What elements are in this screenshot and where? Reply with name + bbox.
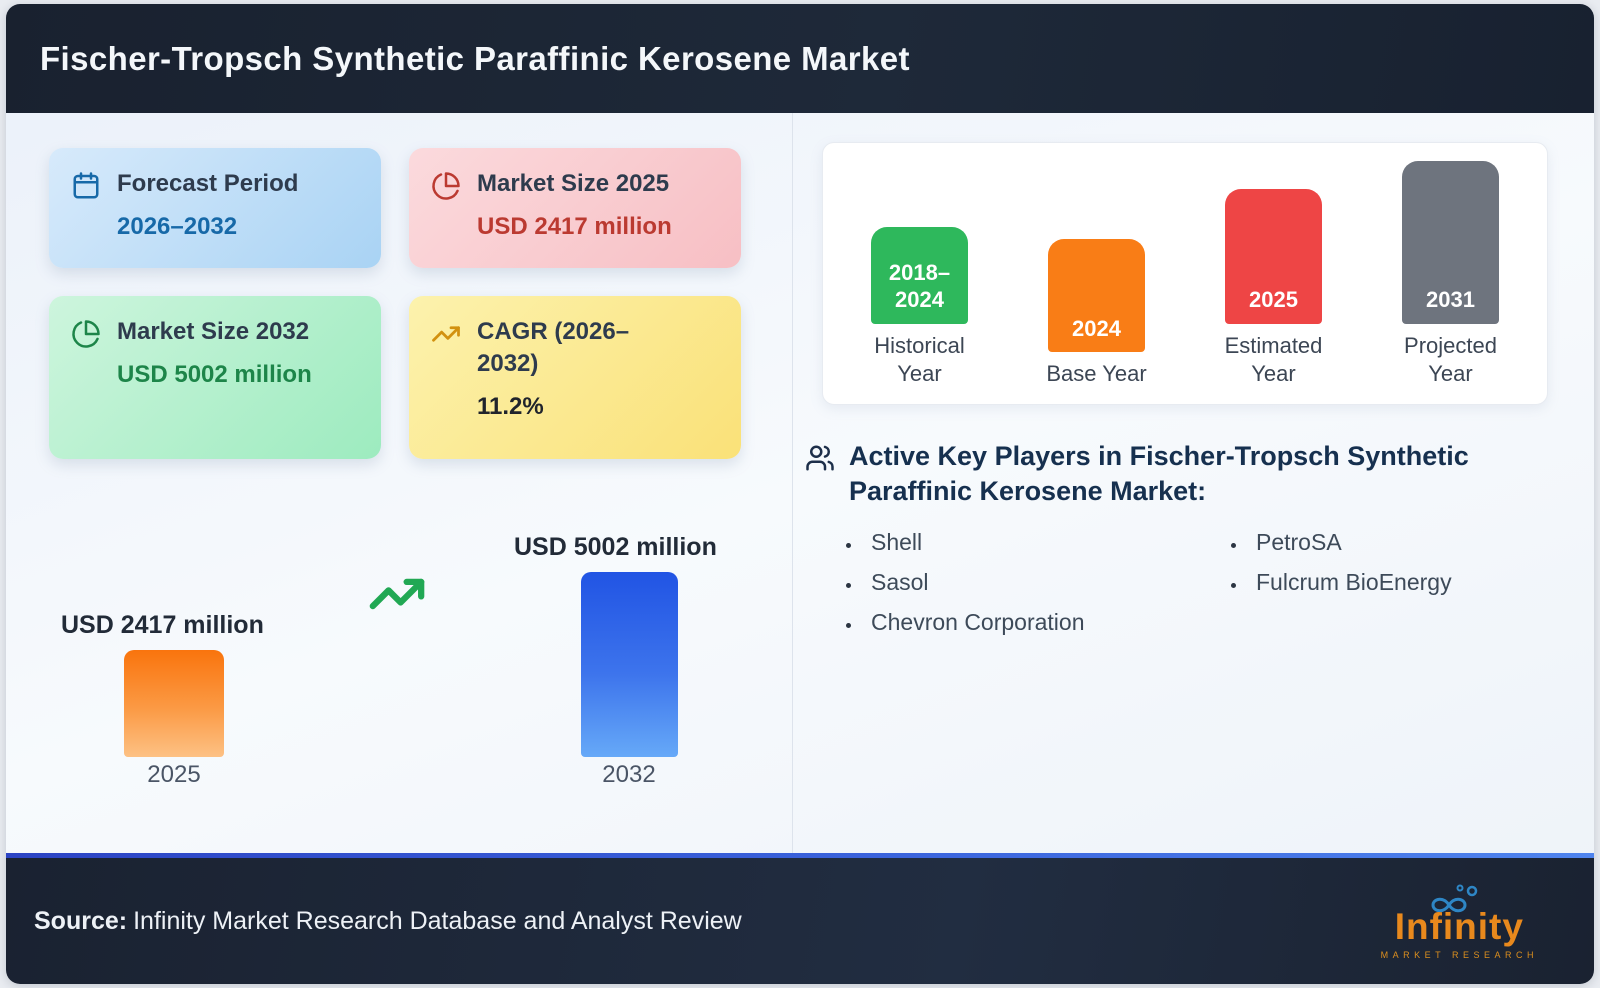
timeline-bar-label: 2025 bbox=[1249, 287, 1298, 313]
key-player-item: Shell bbox=[863, 529, 1190, 556]
key-players-column-1: Shell Sasol Chevron Corporation bbox=[805, 529, 1190, 649]
card-title: CAGR (2026–2032) bbox=[477, 318, 630, 378]
timeline-bar: 2031 bbox=[1402, 160, 1499, 324]
card-title: Market Size 2025 bbox=[477, 170, 670, 197]
key-players-lists: Shell Sasol Chevron Corporation PetroSA … bbox=[805, 529, 1575, 649]
card-value: 11.2% bbox=[477, 392, 544, 420]
source-label: Source: bbox=[34, 906, 128, 935]
users-icon bbox=[805, 443, 835, 473]
timeline-group-historical: 2018–2024 Historical Year bbox=[858, 226, 982, 389]
timeline-caption: Projected Year bbox=[1404, 332, 1497, 387]
bar-2032 bbox=[581, 572, 678, 757]
infographic-frame: Fischer-Tropsch Synthetic Paraffinic Ker… bbox=[6, 4, 1594, 984]
infinity-logo: Infinity MARKET RESEARCH bbox=[1381, 883, 1538, 960]
timeline-caption: Historical Year bbox=[874, 332, 965, 387]
pie-chart-icon bbox=[71, 319, 101, 349]
bar-axis-label-2025: 2025 bbox=[147, 761, 201, 788]
card-title: Forecast Period bbox=[117, 170, 299, 197]
timeline-bar-label: 2018–2024 bbox=[888, 259, 951, 313]
card-market-size-2025: Market Size 2025 USD 2417 million bbox=[409, 148, 741, 268]
card-value: 2026–2032 bbox=[117, 213, 238, 240]
card-value: USD 2417 million bbox=[477, 213, 672, 240]
card-title: Market Size 2032 bbox=[117, 318, 310, 345]
key-player-item: PetroSA bbox=[1248, 529, 1575, 556]
footer: Source: Infinity Market Research Database… bbox=[6, 853, 1594, 984]
bar-value-label-2025: USD 2417 million bbox=[61, 611, 264, 639]
timeline-group-estimated: 2025 Estimated Year bbox=[1212, 188, 1336, 389]
summary-cards: Forecast Period 2026–2032 Market Size 20… bbox=[49, 148, 741, 459]
trending-up-icon bbox=[358, 565, 436, 623]
logo-name: Infinity bbox=[1394, 905, 1524, 947]
right-panel: 2018–2024 Historical Year 2024 Base Year… bbox=[793, 113, 1594, 853]
timeline-group-base: 2024 Base Year bbox=[1035, 239, 1159, 389]
timeline-card: 2018–2024 Historical Year 2024 Base Year… bbox=[822, 142, 1548, 405]
card-market-size-2032: Market Size 2032 USD 5002 million bbox=[49, 296, 381, 459]
timeline-bar-label: 2024 bbox=[1072, 315, 1121, 341]
logo-subtitle: MARKET RESEARCH bbox=[1380, 949, 1538, 960]
bar-2025 bbox=[124, 650, 224, 757]
page-title: Fischer-Tropsch Synthetic Paraffinic Ker… bbox=[40, 39, 910, 77]
key-players-heading-row: Active Key Players in Fischer-Tropsch Sy… bbox=[805, 439, 1575, 509]
timeline-caption: Base Year bbox=[1046, 361, 1147, 387]
trending-up-icon bbox=[431, 319, 461, 349]
timeline-bar: 2018–2024 bbox=[871, 226, 968, 324]
bar-axis-label-2032: 2032 bbox=[602, 761, 656, 788]
timeline-caption: Estimated Year bbox=[1224, 332, 1323, 387]
calendar-icon bbox=[71, 171, 101, 201]
key-players-section: Active Key Players in Fischer-Tropsch Sy… bbox=[805, 439, 1575, 649]
key-player-item: Sasol bbox=[863, 569, 1190, 596]
left-panel: Forecast Period 2026–2032 Market Size 20… bbox=[6, 113, 793, 853]
timeline-bar: 2024 bbox=[1048, 239, 1145, 353]
card-forecast-period: Forecast Period 2026–2032 bbox=[49, 148, 381, 268]
key-players-column-2: PetroSA Fulcrum BioEnergy bbox=[1190, 529, 1575, 649]
timeline-bar-label: 2031 bbox=[1426, 287, 1475, 313]
source-line: Source: Infinity Market Research Database… bbox=[34, 907, 742, 936]
card-value: USD 5002 million bbox=[117, 361, 312, 388]
key-players-heading: Active Key Players in Fischer-Tropsch Sy… bbox=[849, 441, 1469, 507]
header: Fischer-Tropsch Synthetic Paraffinic Ker… bbox=[6, 4, 1594, 113]
pie-chart-icon bbox=[431, 171, 461, 201]
timeline-group-projected: 2031 Projected Year bbox=[1389, 160, 1513, 389]
main-content: Forecast Period 2026–2032 Market Size 20… bbox=[6, 113, 1594, 853]
footer-row: Source: Infinity Market Research Database… bbox=[6, 858, 1594, 984]
card-cagr: CAGR (2026–2032) 11.2% bbox=[409, 296, 741, 459]
timeline-bar: 2025 bbox=[1225, 188, 1322, 324]
key-player-item: Chevron Corporation bbox=[863, 609, 1190, 636]
bar-value-label-2032: USD 5002 million bbox=[514, 533, 717, 561]
source-text: Infinity Market Research Database and An… bbox=[133, 906, 742, 935]
key-player-item: Fulcrum BioEnergy bbox=[1248, 569, 1575, 596]
